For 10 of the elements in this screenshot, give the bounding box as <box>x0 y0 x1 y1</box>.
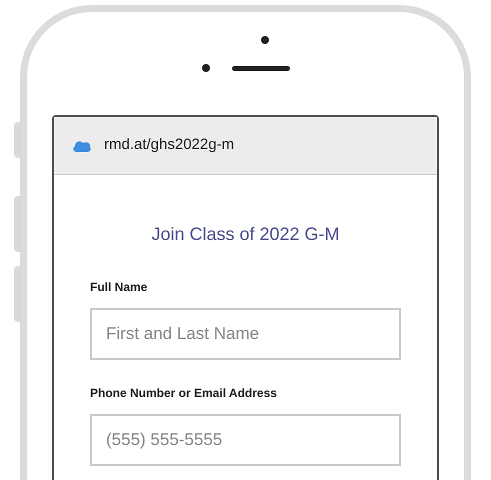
input-field[interactable]: First and Last Name <box>90 308 401 360</box>
url-text[interactable]: rmd.at/ghs2022g-m <box>104 134 234 157</box>
input-field[interactable]: (555) 555-5555 <box>90 414 401 466</box>
field-label: Phone Number or Email Address <box>90 385 278 402</box>
cloud-icon <box>72 138 92 152</box>
camera-icon <box>260 36 268 44</box>
form-title: Join Class of 2022 G-M <box>150 223 341 246</box>
field-label: Full Name <box>90 279 148 296</box>
sensor-icon <box>202 64 210 72</box>
speaker-icon <box>232 66 290 70</box>
